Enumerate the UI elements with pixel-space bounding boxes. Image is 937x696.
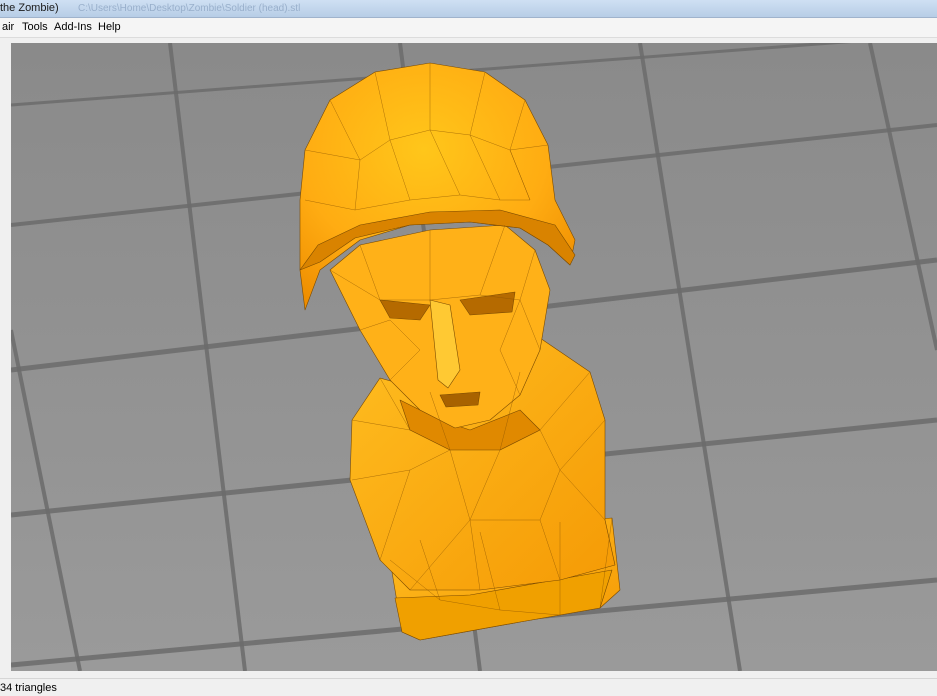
window-title-bar: the Zombie) C:\Users\Home\Desktop\Zombie… <box>0 0 937 18</box>
window-title: the Zombie) <box>0 2 59 14</box>
left-panel-edge <box>0 38 11 672</box>
triangle-count: 34 triangles <box>0 682 57 694</box>
menu-item-repair[interactable]: air <box>0 18 16 37</box>
status-bar: 34 triangles <box>0 678 937 696</box>
3d-viewport[interactable] <box>11 43 937 671</box>
3d-scene <box>11 43 937 671</box>
window-file-path: C:\Users\Home\Desktop\Zombie\Soldier (he… <box>78 3 301 14</box>
menu-item-help[interactable]: Help <box>96 18 123 37</box>
menu-bar: air Tools Add-Ins Help <box>0 18 937 38</box>
menu-item-add-ins[interactable]: Add-Ins <box>52 18 94 37</box>
menu-item-tools[interactable]: Tools <box>20 18 50 37</box>
